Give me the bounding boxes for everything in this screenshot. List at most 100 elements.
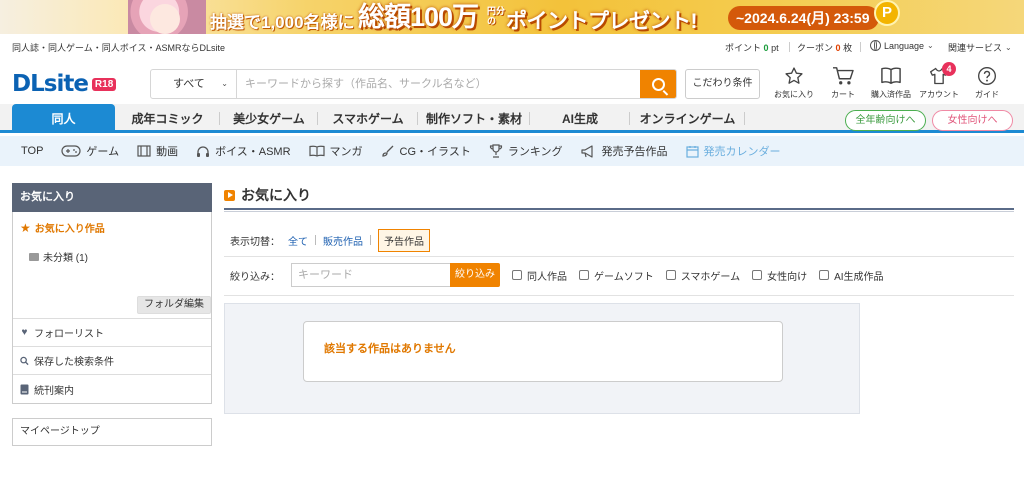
tab-bishoujo-game[interactable]: 美少女ゲーム (220, 104, 318, 133)
point-coin-icon: P (874, 0, 900, 26)
search-bar: すべて ⌄ (150, 69, 677, 99)
divider (315, 235, 316, 245)
checkbox[interactable] (579, 270, 589, 280)
related-services-menu[interactable]: 関連サービス ⌄ (948, 41, 1012, 54)
sidebar-item-label: 保存した検索条件 (34, 357, 114, 368)
checkbox[interactable] (819, 270, 830, 280)
site-header: DLsite R18 すべて ⌄ こだわり条件 お気に入り カート 購入済作品 (0, 58, 1024, 106)
sidebar-item-series[interactable]: 続刊案内 (13, 375, 211, 403)
sidebar-item-label: フォローリスト (34, 329, 104, 340)
subnav-ranking[interactable]: ランキング (489, 143, 563, 159)
checkbox[interactable] (665, 270, 676, 280)
checkbox-label: スマホゲーム (680, 271, 741, 283)
subnav-label: ゲーム (86, 146, 120, 158)
account-button[interactable]: 4 アカウント (916, 62, 962, 100)
r18-badge: R18 (91, 77, 117, 91)
sidebar-item-saved-search[interactable]: 保存した検索条件 (13, 347, 211, 375)
dlsite-logo[interactable]: DLsite R18 (12, 71, 117, 97)
search-category-select[interactable]: すべて ⌄ (151, 70, 237, 98)
language-label: Language (884, 40, 925, 51)
filter-button[interactable]: 絞り込み (450, 263, 500, 287)
help-icon (964, 65, 1010, 87)
language-selector[interactable]: Language ⌄ (870, 40, 934, 51)
switch-announced-tab[interactable]: 予告作品 (378, 228, 430, 252)
search-button[interactable] (640, 70, 676, 98)
headphones-icon (197, 145, 210, 157)
account-notification-badge: 4 (942, 62, 956, 76)
sidebar-item-favorite-works[interactable]: ★ お気に入り作品 (20, 220, 211, 236)
globe-icon (870, 40, 881, 51)
folder-icon (29, 252, 39, 261)
filter-smartphone-game-checkbox[interactable]: スマホゲーム (665, 268, 741, 283)
filter-game-software-checkbox[interactable]: ゲームソフト (579, 268, 654, 283)
tab-ai-generated[interactable]: AI生成 (530, 104, 630, 133)
banner-character-face (150, 4, 180, 34)
title-divider (224, 208, 1014, 212)
search-category-label: すべて (173, 78, 205, 90)
checkbox-label: ゲームソフト (594, 271, 654, 283)
sidebar-item-label: お気に入り作品 (34, 224, 105, 235)
subnav-label: TOP (21, 145, 44, 157)
filter-female-checkbox[interactable]: 女性向け (752, 268, 807, 283)
subnav-top[interactable]: TOP (21, 145, 43, 157)
folder-edit-button[interactable]: フォルダ編集 (137, 296, 211, 314)
subnav-calendar[interactable]: 発売カレンダー (685, 143, 781, 159)
account-label: アカウント (919, 90, 959, 99)
cart-button[interactable]: カート (820, 65, 866, 100)
promo-banner[interactable]: 抽選で1,000名様に 総額100万 円分の ポイントプレゼント! ~2024.… (0, 0, 1024, 34)
tab-adult-comic[interactable]: 成年コミック (115, 104, 220, 133)
subnav-video[interactable]: 動画 (137, 143, 178, 159)
tab-software-materials[interactable]: 制作ソフト・素材 (418, 104, 530, 133)
folder-uncategorized[interactable]: 未分類 (1) (29, 249, 211, 264)
favorites-label: お気に入り (774, 90, 814, 99)
shirt-icon: 4 (916, 62, 962, 87)
display-switch: 表示切替： 全て 販売作品 予告作品 (224, 228, 1014, 252)
coupon-display[interactable]: クーポン 0 枚 (797, 41, 852, 54)
all-ages-link[interactable]: 全年齢向けへ (845, 110, 926, 131)
guide-button[interactable]: ガイド (964, 65, 1010, 100)
subnav-label: ランキング (507, 146, 563, 158)
points-display[interactable]: ポイント 0 pt (725, 41, 779, 54)
female-link[interactable]: 女性向けへ (932, 110, 1013, 131)
switch-on-sale-link[interactable]: 販売作品 (323, 233, 363, 248)
switch-all-link[interactable]: 全て (288, 233, 308, 248)
filter-keyword-input[interactable] (291, 263, 450, 287)
tab-doujin[interactable]: 同人 (12, 104, 115, 133)
sub-nav: TOP ゲーム 動画 ボイス・ASMR マンガ CG・イラスト ランキング 発売… (0, 136, 1024, 166)
sidebar-item-follow-list[interactable]: ♥ フォローリスト (13, 319, 211, 347)
subnav-announce[interactable]: 発売予告作品 (580, 143, 668, 159)
divider (860, 42, 861, 52)
utility-bar: 同人誌・同人ゲーム・同人ボイス・ASMRならDLsite ポイント 0 pt ク… (0, 34, 1024, 58)
subnav-cg[interactable]: CG・イラスト (381, 143, 471, 159)
divider (224, 295, 1014, 296)
tab-online-game[interactable]: オンラインゲーム (630, 104, 745, 133)
divider (744, 112, 745, 125)
filter-ai-generated-checkbox[interactable]: AI生成作品 (819, 268, 884, 283)
banner-text-total: 総額100万 (358, 2, 479, 32)
search-input[interactable] (237, 70, 640, 98)
checkbox[interactable] (752, 270, 763, 280)
favorites-button[interactable]: お気に入り (771, 65, 817, 100)
points-label: ポイント (725, 43, 762, 53)
purchased-button[interactable]: 購入済作品 (868, 65, 914, 100)
book-icon (308, 145, 325, 157)
filter-label: 絞り込み： (230, 271, 280, 283)
heart-icon: ♥ (21, 327, 28, 338)
coupon-unit: 枚 (843, 43, 853, 53)
page-title-text: お気に入り (241, 187, 311, 203)
subnav-voice[interactable]: ボイス・ASMR (196, 143, 291, 159)
checkbox-label: 同人作品 (527, 271, 567, 283)
site-tagline: 同人誌・同人ゲーム・同人ボイス・ASMRならDLsite (12, 43, 225, 53)
tab-smartphone-game[interactable]: スマホゲーム (318, 104, 418, 133)
play-icon (224, 189, 235, 201)
banner-deadline: ~2024.6.24(月) 23:59 (728, 6, 880, 30)
advanced-search-button[interactable]: こだわり条件 (685, 69, 760, 99)
filter-doujin-checkbox[interactable]: 同人作品 (512, 268, 567, 283)
tab-label: スマホゲーム (332, 112, 404, 126)
mypage-top-link[interactable]: マイページトップ (12, 418, 212, 446)
subnav-game[interactable]: ゲーム (61, 143, 119, 159)
points-unit: pt (771, 43, 779, 53)
star-icon: ★ (20, 220, 31, 235)
checkbox[interactable] (512, 270, 522, 280)
subnav-manga[interactable]: マンガ (308, 143, 363, 159)
